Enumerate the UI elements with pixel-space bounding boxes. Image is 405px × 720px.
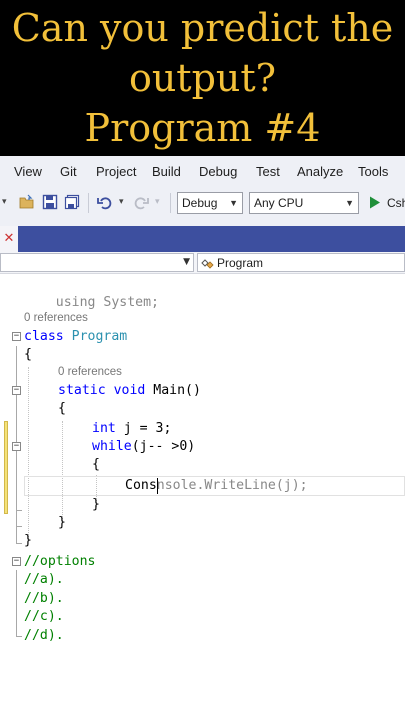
member-selector-value: Program	[217, 256, 264, 270]
code-line-brace: }	[58, 515, 66, 530]
platform-dropdown[interactable]: Any CPU ▼	[249, 192, 359, 214]
save-all-icon[interactable]	[64, 194, 80, 210]
codelens-references[interactable]: 0 references	[58, 366, 122, 378]
collapse-toggle-icon[interactable]: −	[12, 442, 21, 451]
platform-value: Any CPU	[254, 196, 304, 210]
menu-test[interactable]: Test	[256, 164, 280, 179]
redo-dropdown-arrow-icon[interactable]: ▾	[155, 197, 160, 207]
menu-debug[interactable]: Debug	[199, 164, 237, 179]
collapse-toggle-icon[interactable]: −	[12, 557, 21, 566]
change-tracking-bar	[4, 421, 8, 514]
chevron-down-icon: ▼	[345, 198, 354, 208]
declaration: j = 3;	[115, 421, 172, 436]
close-tab-icon[interactable]: ✕	[0, 226, 18, 252]
undo-dropdown-arrow-icon[interactable]: ▾	[119, 197, 124, 207]
code-line-using: using System;	[24, 273, 159, 310]
redo-icon[interactable]	[133, 194, 149, 210]
text-caret	[157, 478, 158, 494]
banner-line-3: Program #4	[84, 106, 321, 150]
toolbar: ▾ ▾ ▾ Debug ▼ Any CPU ▼ Csh	[0, 188, 405, 218]
menu-analyze[interactable]: Analyze	[297, 164, 343, 179]
method-signature: Main()	[145, 383, 201, 398]
collapse-toggle-icon[interactable]: −	[12, 386, 21, 395]
codelens-references[interactable]: 0 references	[24, 312, 88, 324]
keyword: static	[58, 383, 106, 398]
menu-build[interactable]: Build	[152, 164, 181, 179]
toolbar-overflow-arrow-icon[interactable]: ▾	[2, 197, 7, 207]
code-line-while: while(j-- >0)	[92, 437, 195, 457]
code-line-brace: }	[92, 497, 100, 512]
keyword: int	[92, 421, 116, 436]
chevron-down-icon: ▼	[229, 198, 238, 208]
outline-end-tick	[16, 543, 22, 544]
outline-end-tick	[16, 636, 22, 637]
code-line-brace: {	[24, 347, 32, 362]
menu-bar: View Git Project Build Debug Test Analyz…	[0, 156, 405, 188]
menu-view[interactable]: View	[14, 164, 42, 179]
code-line-brace: }	[24, 533, 32, 548]
title-banner: Can you predict the output? Program #4	[0, 0, 405, 156]
banner-line-2: output?	[128, 56, 277, 100]
banner-line-1: Can you predict the	[11, 6, 394, 50]
configuration-value: Debug	[182, 196, 218, 210]
outline-end-tick	[16, 526, 22, 527]
indent-guide	[28, 367, 29, 539]
document-tab-bar	[0, 226, 405, 252]
toolbar-separator	[88, 193, 89, 213]
start-play-icon[interactable]	[369, 196, 381, 209]
class-icon	[201, 259, 214, 269]
comment-options: //options	[24, 554, 96, 569]
comment-option-b: //b).	[24, 591, 64, 606]
keyword: class	[24, 329, 64, 344]
outline-line-while	[16, 454, 17, 510]
configuration-dropdown[interactable]: Debug ▼	[177, 192, 243, 214]
collapse-toggle-icon[interactable]: −	[12, 332, 21, 341]
code-line-main: static void Main()	[58, 381, 201, 401]
chevron-down-icon: ▼	[183, 257, 190, 267]
navigation-bar: ▼ Program	[0, 252, 405, 274]
start-button-label[interactable]: Csh	[387, 196, 405, 210]
save-icon[interactable]	[42, 194, 58, 210]
code-line-class: class Program	[24, 327, 127, 347]
comment-option-a: //a).	[24, 572, 64, 587]
code-line-console: Consnsole.WriteLine(j);	[125, 476, 308, 496]
indent-guide	[62, 421, 63, 523]
menu-project[interactable]: Project	[96, 164, 136, 179]
keyword: while	[92, 439, 132, 454]
comment-option-d: //d).	[24, 628, 64, 643]
typed-text: Cons	[125, 478, 157, 493]
undo-icon[interactable]	[97, 194, 113, 210]
keyword: void	[113, 383, 146, 398]
intellisense-ghost-text: nsole.WriteLine(j);	[156, 478, 308, 493]
member-selector-dropdown[interactable]: Program	[197, 253, 405, 272]
toolbar-separator	[170, 193, 171, 213]
open-folder-icon[interactable]	[19, 194, 35, 210]
condition: (j-- >0)	[131, 439, 196, 454]
code-line-brace: {	[58, 401, 66, 416]
code-editor[interactable]: using System; 0 references − class Progr…	[0, 275, 405, 720]
code-line-brace: {	[92, 457, 100, 472]
type-name: Program	[71, 329, 128, 344]
type-selector-dropdown[interactable]: ▼	[0, 253, 194, 272]
using-statement: using System;	[55, 295, 159, 310]
comment-option-c: //c).	[24, 609, 64, 624]
menu-tools[interactable]: Tools	[358, 164, 388, 179]
menu-git[interactable]: Git	[60, 164, 77, 179]
outline-end-tick	[16, 510, 22, 511]
code-line-int: int j = 3;	[92, 419, 171, 439]
outline-line-comments	[16, 570, 17, 636]
